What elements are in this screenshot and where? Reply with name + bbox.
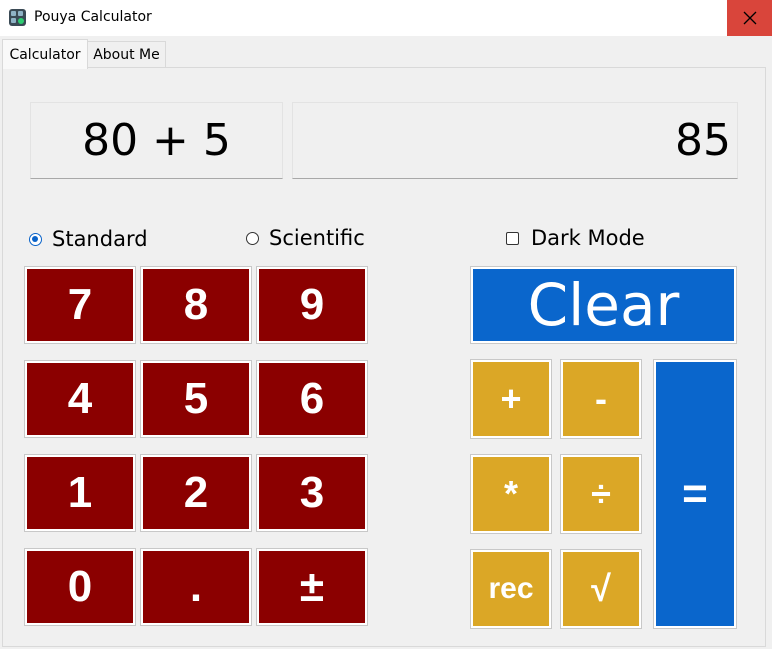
key-1[interactable]: 1 <box>24 454 136 532</box>
clear-button[interactable]: Clear <box>470 266 737 344</box>
close-icon <box>743 11 756 25</box>
calculator-app-icon <box>9 9 26 26</box>
sqrt-button[interactable]: √ <box>560 549 642 629</box>
result-display: 85 <box>292 102 738 179</box>
dark-mode-checkbox[interactable]: Dark Mode <box>506 225 645 251</box>
window-title: Pouya Calculator <box>34 9 152 25</box>
key-5[interactable]: 5 <box>140 360 252 438</box>
key-2[interactable]: 2 <box>140 454 252 532</box>
key-decimal[interactable]: . <box>140 548 252 626</box>
tab-strip: Calculator About Me <box>0 36 772 69</box>
expression-display: 80 + 5 <box>30 102 283 179</box>
title-bar: Pouya Calculator <box>0 0 772 37</box>
key-sign-toggle[interactable]: ± <box>256 548 368 626</box>
key-8[interactable]: 8 <box>140 266 252 344</box>
divide-button[interactable]: ÷ <box>560 454 642 534</box>
tab-calculator[interactable]: Calculator <box>2 39 88 69</box>
minus-button[interactable]: - <box>560 359 642 439</box>
multiply-button[interactable]: * <box>470 454 552 534</box>
key-6[interactable]: 6 <box>256 360 368 438</box>
key-7[interactable]: 7 <box>24 266 136 344</box>
dark-mode-label: Dark Mode <box>531 226 645 250</box>
key-9[interactable]: 9 <box>256 266 368 344</box>
reciprocal-button[interactable]: rec <box>470 549 552 629</box>
calculator-window: Pouya Calculator Calculator About Me 80 … <box>0 0 772 649</box>
standard-mode-label: Standard <box>52 227 148 251</box>
scientific-mode-radio[interactable]: Scientific <box>246 225 365 251</box>
standard-mode-radio[interactable]: Standard <box>29 226 148 252</box>
key-4[interactable]: 4 <box>24 360 136 438</box>
scientific-mode-label: Scientific <box>269 226 365 250</box>
radio-unselected-icon <box>246 231 259 245</box>
plus-button[interactable]: + <box>470 359 552 439</box>
equals-button[interactable]: = <box>653 359 737 629</box>
key-0[interactable]: 0 <box>24 548 136 626</box>
tab-about-me[interactable]: About Me <box>87 41 166 68</box>
checkbox-icon <box>506 231 519 245</box>
radio-selected-icon <box>29 232 42 246</box>
close-button[interactable] <box>727 0 772 36</box>
key-3[interactable]: 3 <box>256 454 368 532</box>
